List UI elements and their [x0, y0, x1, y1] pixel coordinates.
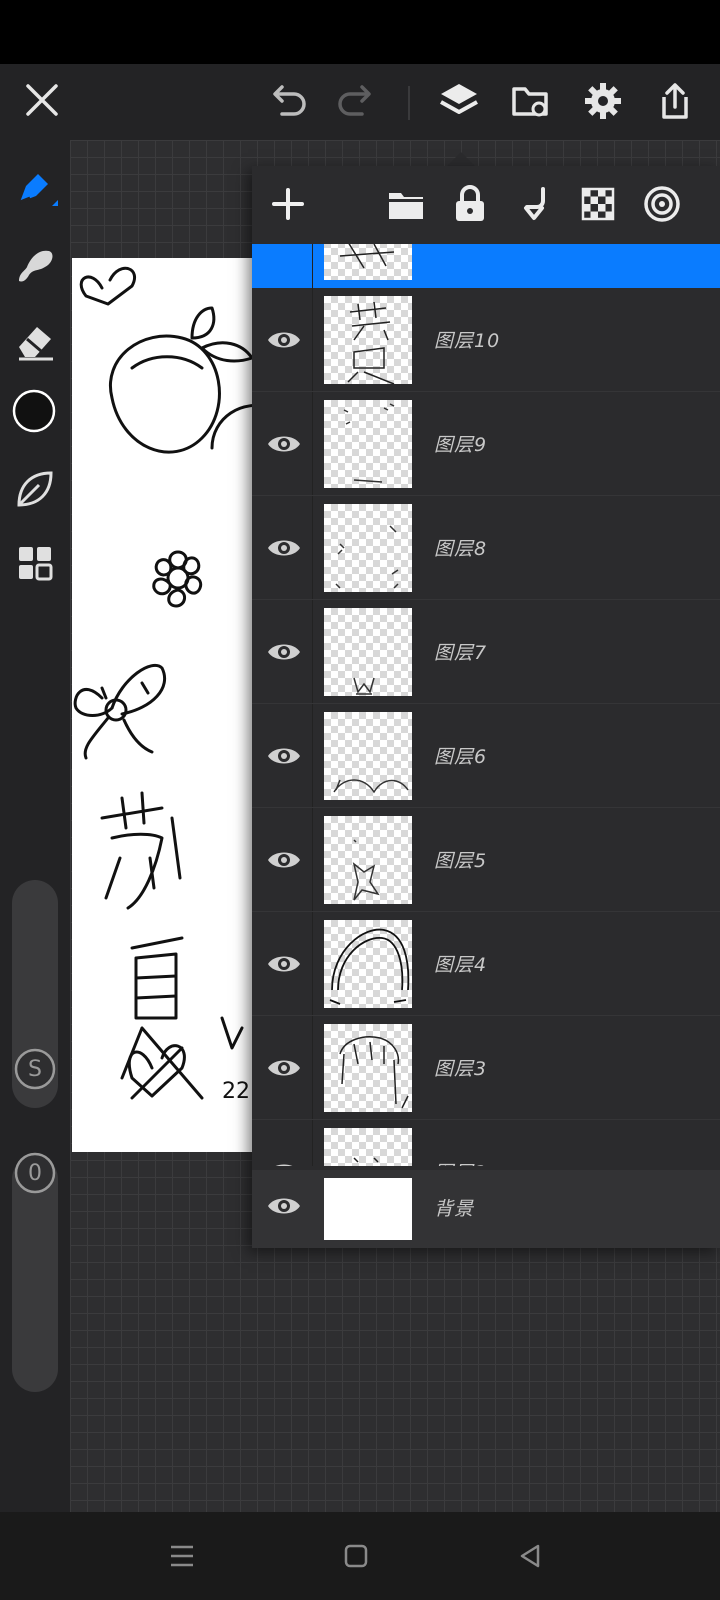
add-layer-icon[interactable]	[266, 182, 310, 226]
transparency-icon[interactable]	[576, 182, 620, 226]
layer-row[interactable]: 图层2	[252, 1120, 720, 1166]
undo-icon[interactable]	[270, 80, 310, 120]
row-separator	[312, 912, 313, 1015]
size-indicator: S	[12, 1046, 58, 1092]
row-separator	[312, 704, 313, 807]
menu-icon[interactable]	[164, 1538, 200, 1574]
status-bar	[0, 0, 720, 64]
eye-icon[interactable]	[266, 742, 302, 770]
tool-sidebar: S 0	[0, 140, 70, 1512]
layer-thumbnail	[324, 712, 412, 800]
folder-icon[interactable]	[384, 182, 428, 226]
layer-thumbnail	[324, 400, 412, 488]
opacity-label: 0	[28, 1160, 42, 1186]
eye-icon[interactable]	[266, 846, 302, 874]
eye-icon[interactable]	[266, 534, 302, 562]
layer-name: 图层6	[434, 746, 488, 768]
eye-icon[interactable]	[266, 1192, 302, 1220]
layer-name: 图层10	[434, 330, 501, 352]
row-separator	[312, 392, 313, 495]
layer-thumbnail	[324, 1024, 412, 1112]
layer-name: 图层2	[434, 1158, 487, 1166]
layer-row[interactable]: 图层7	[252, 600, 720, 704]
blend-mode-icon[interactable]	[640, 182, 684, 226]
eye-icon[interactable]	[266, 430, 302, 458]
eraser-tool-icon[interactable]	[10, 316, 60, 366]
layer-name: 图层3	[434, 1058, 488, 1080]
layer-name: 图层8	[434, 538, 488, 560]
layer-list[interactable]: 图层10 图层9 图层8 图层7 图层6 图层5 图层4 图层3 图层2	[252, 244, 720, 1166]
color-swatch[interactable]	[11, 388, 57, 434]
layer-row[interactable]: 图层5	[252, 808, 720, 912]
background-layer-name: 背景	[434, 1198, 475, 1220]
merge-down-icon[interactable]	[512, 182, 556, 226]
size-label: S	[28, 1056, 42, 1082]
pen-tool-icon[interactable]	[10, 164, 60, 214]
close-icon[interactable]	[20, 78, 64, 122]
eye-icon[interactable]	[266, 950, 302, 978]
layer-row[interactable]	[252, 244, 720, 288]
layer-name: 图层5	[434, 850, 488, 872]
layer-row[interactable]: 图层3	[252, 1016, 720, 1120]
row-separator	[312, 808, 313, 911]
layer-row[interactable]: 图层10	[252, 288, 720, 392]
layer-name: 图层4	[434, 954, 488, 976]
layers-icon[interactable]	[436, 78, 482, 124]
signature-text: 22	[222, 1079, 250, 1104]
eye-icon[interactable]	[266, 1158, 302, 1166]
smudge-tool-icon[interactable]	[10, 240, 60, 290]
row-separator	[312, 600, 313, 703]
row-separator	[312, 496, 313, 599]
eye-icon[interactable]	[266, 326, 302, 354]
layer-panel-toolbar	[252, 166, 720, 244]
eye-icon[interactable]	[266, 1054, 302, 1082]
layer-name: 图层7	[434, 642, 488, 664]
layer-thumbnail	[324, 816, 412, 904]
gear-icon[interactable]	[580, 78, 626, 124]
layer-thumbnail	[324, 244, 412, 280]
shape-tool-icon[interactable]	[10, 464, 60, 514]
layer-thumbnail	[324, 296, 412, 384]
toolbar-divider	[408, 86, 410, 120]
layer-thumbnail	[324, 504, 412, 592]
layer-thumbnail	[324, 1128, 412, 1166]
redo-icon[interactable]	[334, 80, 374, 120]
row-separator	[312, 288, 313, 391]
eye-icon[interactable]	[266, 244, 302, 250]
back-icon[interactable]	[512, 1538, 548, 1574]
lock-icon[interactable]	[448, 182, 492, 226]
panel-pointer	[447, 152, 475, 166]
layer-row[interactable]: 图层4	[252, 912, 720, 1016]
opacity-indicator: 0	[12, 1150, 58, 1196]
row-separator	[312, 244, 313, 288]
background-thumbnail	[324, 1178, 412, 1240]
background-layer-row[interactable]: 背景	[252, 1170, 720, 1248]
layer-panel: 图层10 图层9 图层8 图层7 图层6 图层5 图层4 图层3 图层2 背景	[252, 166, 720, 1248]
layer-row[interactable]: 图层6	[252, 704, 720, 808]
row-separator	[312, 1016, 313, 1119]
layer-thumbnail	[324, 920, 412, 1008]
eye-icon[interactable]	[266, 638, 302, 666]
home-icon[interactable]	[338, 1538, 374, 1574]
grid-menu-icon[interactable]	[10, 538, 60, 588]
folder-import-icon[interactable]	[508, 78, 554, 124]
layer-row[interactable]: 图层8	[252, 496, 720, 600]
top-toolbar	[0, 64, 720, 140]
layer-thumbnail	[324, 608, 412, 696]
row-separator	[312, 1120, 313, 1166]
layer-row[interactable]: 图层9	[252, 392, 720, 496]
layer-name: 图层9	[434, 434, 488, 456]
system-nav-bar	[0, 1512, 720, 1600]
share-icon[interactable]	[652, 78, 698, 124]
